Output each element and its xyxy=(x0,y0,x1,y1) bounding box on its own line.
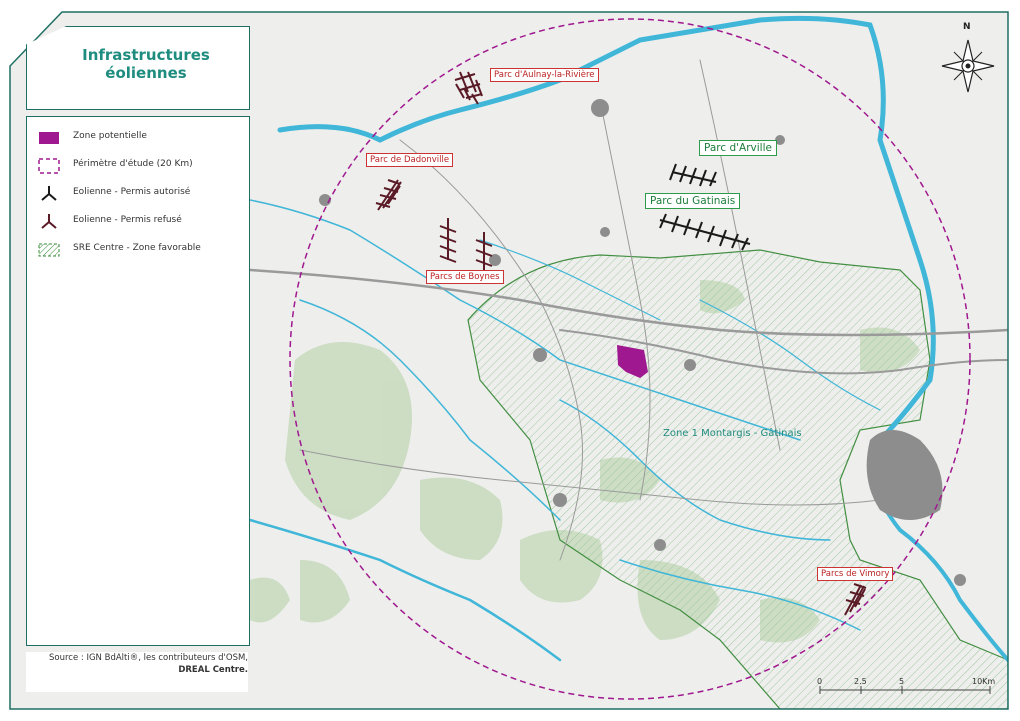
legend-label: Zone potentielle xyxy=(73,131,147,141)
legend-label: Eolienne - Permis autorisé xyxy=(73,187,191,197)
park-label-gatinais: Parc du Gatinais xyxy=(645,193,741,209)
source-note: Source : IGN BdAlti®, les contributeurs … xyxy=(26,652,248,692)
legend-label: Eolienne - Permis refusé xyxy=(73,215,182,225)
park-label-aulnay: Parc d'Aulnay-la-Rivière xyxy=(490,68,599,82)
park-label-vimory: Parcs de Vimory xyxy=(817,567,894,581)
legend-item-zone-potentielle: Zone potentielle xyxy=(27,127,247,149)
legend-item-eolienne-refuse: Eolienne - Permis refusé xyxy=(27,211,247,233)
scale-tick-0: 0 xyxy=(817,677,823,686)
dashed-circle-icon xyxy=(38,158,60,174)
black-turbine-icon xyxy=(41,186,57,201)
map-title-line2: éoliennes xyxy=(105,64,187,82)
source-line2: DREAL Centre. xyxy=(178,665,248,675)
zone-label: Zone 1 Montargis - Gâtinais xyxy=(663,428,802,439)
map-title: Infrastructures éoliennes xyxy=(46,46,246,82)
red-turbine-icon xyxy=(41,214,57,229)
map-title-line1: Infrastructures xyxy=(82,46,210,64)
park-label-arville: Parc d'Arville xyxy=(699,140,777,156)
compass-north-label: N xyxy=(963,22,971,32)
park-label-boynes: Parcs de Boynes xyxy=(426,270,504,284)
legend-label: Périmètre d'étude (20 Km) xyxy=(73,159,193,169)
hatched-green-icon xyxy=(38,243,60,257)
purple-fill-icon xyxy=(39,132,59,144)
legend-label: SRE Centre - Zone favorable xyxy=(73,243,201,253)
legend-item-eolienne-autorise: Eolienne - Permis autorisé xyxy=(27,183,247,205)
legend-item-perimetre: Périmètre d'étude (20 Km) xyxy=(27,155,247,177)
scale-tick-10km: 10Km xyxy=(972,677,996,686)
legend-item-sre-zone: SRE Centre - Zone favorable xyxy=(27,239,247,261)
source-line1: Source : IGN BdAlti®, les contributeurs … xyxy=(49,653,248,663)
scale-tick-2-5: 2.5 xyxy=(854,677,867,686)
scale-tick-5: 5 xyxy=(899,677,905,686)
legend-panel: Zone potentielle Périmètre d'étude (20 K… xyxy=(26,116,250,646)
park-label-dadonville: Parc de Dadonville xyxy=(366,153,454,167)
